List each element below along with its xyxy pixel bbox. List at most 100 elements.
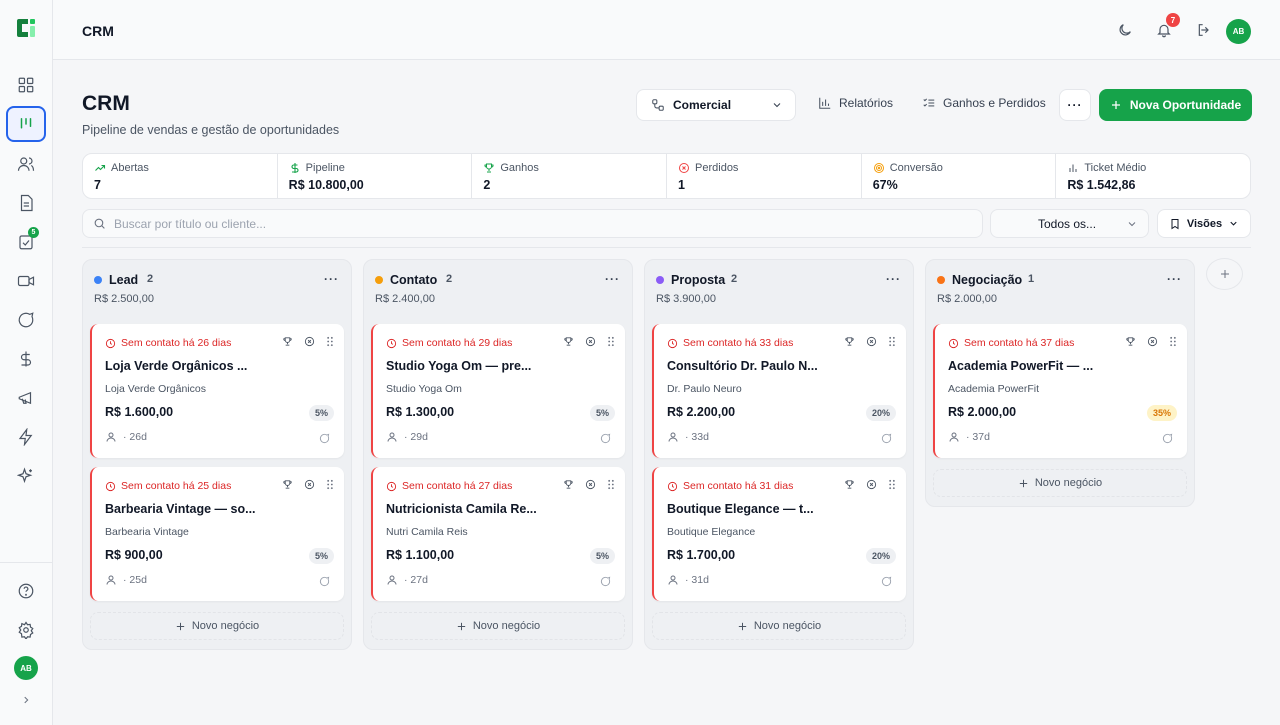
comments-chat-icon[interactable] [600, 576, 611, 587]
mark-won-trophy-icon[interactable] [1125, 336, 1136, 347]
mark-lost-x-circle-icon[interactable] [585, 336, 596, 347]
card-actions [282, 479, 334, 490]
owner-user-icon [105, 574, 117, 586]
nav-dashboard-icon[interactable] [6, 67, 46, 103]
nav-campaigns-icon[interactable] [6, 380, 46, 416]
mark-won-trophy-icon[interactable] [844, 336, 855, 347]
deal-card[interactable]: Sem contato há 26 dias Loja Verde Orgânic… [90, 324, 344, 458]
drag-handle-icon[interactable] [607, 479, 615, 490]
comments-chat-icon[interactable] [1162, 433, 1173, 444]
comments-chat-icon[interactable] [881, 576, 892, 587]
comments-chat-icon[interactable] [319, 433, 330, 444]
drag-handle-icon[interactable] [888, 336, 896, 347]
deal-card[interactable]: Sem contato há 37 dias Academia PowerFit … [933, 324, 1187, 458]
drag-handle-icon[interactable] [888, 479, 896, 490]
nav-contacts-icon[interactable] [6, 146, 46, 182]
deal-card[interactable]: Sem contato há 31 dias Boutique Elegance … [652, 467, 906, 601]
deal-card[interactable]: Sem contato há 29 dias Studio Yoga Om — p… [371, 324, 625, 458]
nav-chat-icon[interactable] [6, 302, 46, 338]
deal-title: Boutique Elegance — t... [667, 502, 814, 516]
add-deal-button[interactable]: Novo negócio [371, 612, 625, 640]
nav-ai-sparkles-icon[interactable] [6, 458, 46, 494]
search-input[interactable] [114, 216, 982, 231]
mark-lost-x-circle-icon[interactable] [866, 479, 877, 490]
reports-button[interactable]: Relatórios [818, 96, 893, 110]
comments-chat-icon[interactable] [600, 433, 611, 444]
add-deal-button[interactable]: Novo negócio [90, 612, 344, 640]
column-menu-button[interactable]: ··· [605, 272, 620, 286]
stat-won: Ganhos 2 [472, 154, 668, 198]
column-color-dot [94, 276, 102, 284]
nav-finance-icon[interactable] [6, 341, 46, 377]
deal-footer: · 37d [948, 431, 990, 443]
expand-sidebar-chevron-icon[interactable] [18, 692, 34, 708]
add-deal-button[interactable]: Novo negócio [933, 469, 1187, 497]
column-menu-button[interactable]: ··· [1167, 272, 1182, 286]
deal-card[interactable]: Sem contato há 25 dias Barbearia Vintage … [90, 467, 344, 601]
column-menu-button[interactable]: ··· [886, 272, 901, 286]
card-actions [1125, 336, 1177, 347]
mark-lost-x-circle-icon[interactable] [304, 336, 315, 347]
nav-video-icon[interactable] [6, 263, 46, 299]
more-options-button[interactable]: ··· [1059, 89, 1091, 121]
drag-handle-icon[interactable] [326, 479, 334, 490]
pipeline-select-value: Comercial [673, 98, 732, 112]
clock-icon [948, 338, 959, 349]
mark-won-trophy-icon[interactable] [282, 479, 293, 490]
new-opportunity-button[interactable]: Nova Oportunidade [1099, 89, 1252, 121]
wins-losses-label: Ganhos e Perdidos [943, 96, 1046, 110]
alert-text: Sem contato há 29 dias [402, 337, 513, 349]
notifications-bell-icon[interactable]: 7 [1154, 13, 1180, 40]
deal-client: Dr. Paulo Neuro [667, 383, 742, 395]
pipeline-column: Lead 2 R$ 2.500,00 ··· Sem contato há 26 dia… [82, 259, 352, 650]
logout-icon[interactable] [1194, 20, 1214, 40]
deal-footer: · 27d [386, 574, 428, 586]
nav-documents-icon[interactable] [6, 185, 46, 221]
add-deal-button[interactable]: Novo negócio [652, 612, 906, 640]
comments-chat-icon[interactable] [319, 576, 330, 587]
owner-filter-select[interactable]: Todos os... [990, 209, 1149, 238]
mark-won-trophy-icon[interactable] [844, 479, 855, 490]
deal-card[interactable]: Sem contato há 27 dias Nutricionista Cami… [371, 467, 625, 601]
deal-title: Nutricionista Camila Re... [386, 502, 537, 516]
deal-age: · 33d [685, 431, 709, 443]
mark-lost-x-circle-icon[interactable] [1147, 336, 1158, 347]
nav-automation-icon[interactable] [6, 419, 46, 455]
deal-client: Barbearia Vintage [105, 526, 189, 538]
mark-lost-x-circle-icon[interactable] [866, 336, 877, 347]
drag-handle-icon[interactable] [326, 336, 334, 347]
sidebar-avatar[interactable]: AB [14, 656, 38, 680]
deal-age: · 37d [966, 431, 990, 443]
stat-value: R$ 10.800,00 [288, 178, 364, 192]
owner-user-icon [948, 431, 960, 443]
nav-settings-gear-icon[interactable] [6, 612, 46, 648]
mark-lost-x-circle-icon[interactable] [304, 479, 315, 490]
deal-footer: · 31d [667, 574, 709, 586]
mark-lost-x-circle-icon[interactable] [585, 479, 596, 490]
wins-losses-button[interactable]: Ganhos e Perdidos [922, 96, 1046, 110]
dark-mode-moon-icon[interactable] [1115, 20, 1135, 40]
drag-handle-icon[interactable] [607, 336, 615, 347]
column-title: Contato [390, 273, 438, 287]
nav-help-icon[interactable] [6, 573, 46, 609]
comments-chat-icon[interactable] [881, 433, 892, 444]
mark-won-trophy-icon[interactable] [563, 336, 574, 347]
pipeline-select[interactable]: Comercial [636, 89, 796, 121]
app-logo[interactable] [14, 16, 38, 40]
drag-handle-icon[interactable] [1169, 336, 1177, 347]
views-button[interactable]: Visões [1157, 209, 1251, 238]
column-menu-button[interactable]: ··· [324, 272, 339, 286]
deal-card[interactable]: Sem contato há 33 dias Consultório Dr. Pa… [652, 324, 906, 458]
mark-won-trophy-icon[interactable] [563, 479, 574, 490]
column-color-dot [375, 276, 383, 284]
add-deal-label: Novo negócio [472, 620, 541, 632]
deal-client: Nutri Camila Reis [386, 526, 468, 538]
card-actions [563, 479, 615, 490]
add-column-button[interactable] [1206, 258, 1243, 290]
nav-tasks-icon[interactable]: 5 [6, 224, 46, 260]
pipeline-column: Negociação 1 R$ 2.000,00 ··· Sem contato há … [925, 259, 1195, 507]
nav-crm-kanban-icon[interactable] [6, 106, 46, 142]
deal-title: Loja Verde Orgânicos ... [105, 359, 248, 373]
mark-won-trophy-icon[interactable] [282, 336, 293, 347]
user-avatar[interactable]: AB [1226, 19, 1251, 44]
